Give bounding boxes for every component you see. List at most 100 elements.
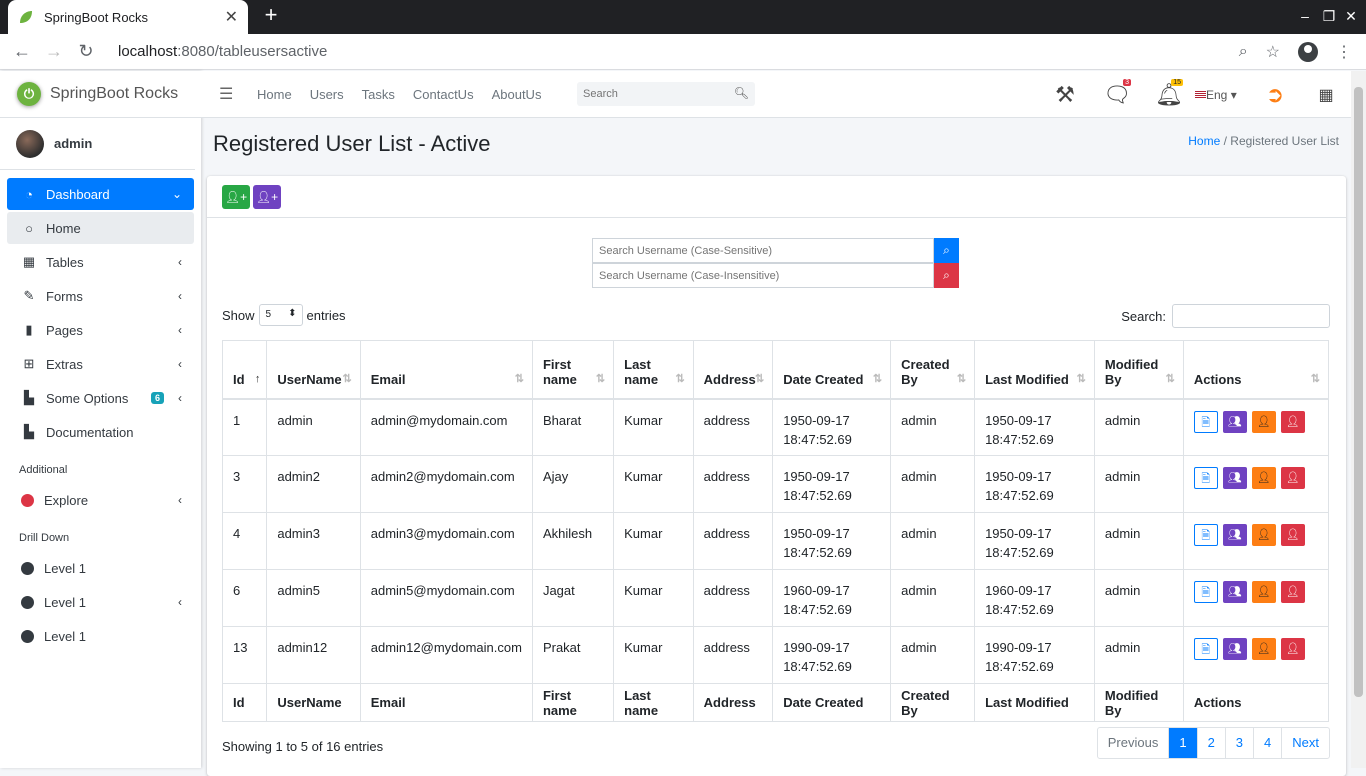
bookmark-star-icon[interactable]: ☆ bbox=[1266, 42, 1280, 62]
scrollbar-thumb[interactable] bbox=[1354, 87, 1363, 697]
sidebar-item-label: Level 1 bbox=[44, 560, 86, 576]
sidebar-item-some-options[interactable]: ▙ Some Options 6 ‹ bbox=[7, 382, 194, 414]
search-case-insensitive-input[interactable] bbox=[592, 263, 934, 288]
sidebar-item-pages[interactable]: ▮ Pages ‹ bbox=[7, 314, 194, 346]
delete-user-button[interactable]: 👤︎ bbox=[1280, 410, 1305, 433]
sidebar-item-level[interactable]: Level 1 ‹ bbox=[7, 586, 194, 618]
browser-tab[interactable]: SpringBoot Rocks ✕ bbox=[8, 0, 248, 34]
edit-user-button[interactable]: 👥︎ bbox=[1222, 524, 1247, 546]
edit-user-button[interactable]: 👥︎ bbox=[1222, 467, 1247, 489]
column-header-created-by[interactable]: Created By ⇅ bbox=[890, 340, 976, 400]
add-user-alt-button[interactable]: 👤︎+ bbox=[253, 185, 281, 209]
view-record-button[interactable]: 🗎︎ bbox=[1193, 467, 1218, 489]
pagination-2[interactable]: 2 bbox=[1196, 728, 1225, 758]
file-icon: ▙ bbox=[24, 390, 34, 405]
pagination-1[interactable]: 1 bbox=[1168, 728, 1197, 758]
table-cell: Akhilesh bbox=[531, 512, 615, 570]
column-header-modified-by[interactable]: Modified By ⇅ bbox=[1093, 340, 1184, 400]
edit-permissions-button[interactable]: 👤︎ bbox=[1251, 581, 1276, 603]
search-case-sensitive-input[interactable] bbox=[592, 238, 934, 263]
brand-link[interactable]: ⏻ SpringBoot Rocks bbox=[0, 71, 201, 118]
sidebar-item-extras[interactable]: ⊞ Extras ‹ bbox=[7, 348, 194, 380]
column-header-address[interactable]: Address ⇅ bbox=[692, 340, 774, 400]
bell-icon[interactable]: 🔔︎ 15 bbox=[1143, 78, 1195, 108]
delete-user-button[interactable]: 👤︎ bbox=[1280, 638, 1305, 660]
sort-icon: ⇅ bbox=[1310, 372, 1320, 385]
pagination-4[interactable]: 4 bbox=[1253, 728, 1281, 758]
edit-permissions-button[interactable]: 👤︎ bbox=[1251, 410, 1276, 433]
sidebar-item-explore[interactable]: Explore ‹ bbox=[7, 484, 194, 516]
column-footer-id: Id bbox=[221, 683, 268, 722]
column-header-last-name[interactable]: Last name ⇅ bbox=[613, 340, 694, 400]
view-record-button[interactable]: 🗎︎ bbox=[1193, 638, 1218, 660]
back-icon[interactable]: ← bbox=[6, 41, 38, 62]
user-panel[interactable]: admin bbox=[0, 118, 195, 170]
red-circle-icon bbox=[21, 493, 34, 507]
column-header-actions[interactable]: Actions ⇅ bbox=[1182, 340, 1330, 400]
table-info: Showing 1 to 5 of 16 entries bbox=[222, 739, 384, 754]
table-search-input[interactable] bbox=[1172, 304, 1330, 328]
column-header-email[interactable]: Email ⇅ bbox=[359, 340, 533, 400]
pagination-3[interactable]: 3 bbox=[1224, 728, 1253, 758]
delete-user-button[interactable]: 👤︎ bbox=[1280, 524, 1305, 546]
forward-icon[interactable]: → bbox=[38, 41, 70, 62]
url-field[interactable]: i localhost:8080/tableusersactive bbox=[15, 43, 327, 611]
browser-menu-icon[interactable]: ⋮ bbox=[1336, 42, 1352, 62]
edit-permissions-button[interactable]: 👤︎ bbox=[1251, 524, 1276, 546]
page-scrollbar[interactable] bbox=[1351, 71, 1366, 768]
sidebar-item-level[interactable]: Level 1 bbox=[7, 620, 194, 652]
page-length-select[interactable]: 5 bbox=[258, 304, 303, 326]
search-icon[interactable]: ⌕ bbox=[934, 238, 959, 263]
close-tab-icon[interactable]: ✕ bbox=[225, 7, 238, 27]
nav-link-contactus[interactable]: ContactUs bbox=[413, 87, 474, 102]
tools-icon[interactable]: ⚒ bbox=[1039, 82, 1091, 108]
hamburger-menu-icon[interactable]: ☰ bbox=[219, 84, 239, 104]
add-user-button[interactable]: 👤︎+ bbox=[222, 185, 250, 209]
sidebar-item-dashboard[interactable]: ◔ Dashboard ⌄ bbox=[7, 178, 194, 210]
delete-user-button[interactable]: 👤︎ bbox=[1280, 581, 1305, 603]
nav-link-users[interactable]: Users bbox=[310, 87, 344, 102]
chevron-left-icon: ‹ bbox=[178, 255, 182, 269]
navbar-search-input[interactable] bbox=[577, 88, 727, 100]
view-record-button[interactable]: 🗎︎ bbox=[1193, 410, 1218, 433]
logout-icon[interactable]: ➲ bbox=[1249, 82, 1301, 108]
nav-link-tasks[interactable]: Tasks bbox=[362, 87, 395, 102]
table-cell: Kumar bbox=[613, 626, 694, 684]
comments-icon[interactable]: 🗨︎ 3 bbox=[1091, 78, 1143, 108]
view-record-button[interactable]: 🗎︎ bbox=[1193, 581, 1218, 603]
sidebar-item-tables[interactable]: ▦ Tables ‹ bbox=[7, 246, 194, 278]
grid-apps-icon[interactable]: ▦ bbox=[1301, 85, 1351, 105]
search-icon[interactable]: 🔍︎ bbox=[734, 86, 749, 100]
view-record-button[interactable]: 🗎︎ bbox=[1193, 524, 1218, 546]
edit-user-button[interactable]: 👥︎ bbox=[1222, 638, 1247, 660]
sidebar-item-level[interactable]: Level 1 bbox=[7, 552, 194, 584]
pagination-previous[interactable]: Previous bbox=[1098, 728, 1169, 758]
zoom-icon[interactable]: ⌕ bbox=[1239, 43, 1248, 61]
language-dropdown[interactable]: Eng ▾ bbox=[1195, 88, 1249, 102]
sidebar-item-documentation[interactable]: ▙ Documentation bbox=[7, 416, 194, 448]
column-header-last-modified[interactable]: Last Modified ⇅ bbox=[974, 340, 1095, 400]
close-window-icon[interactable]: ✕ bbox=[1342, 8, 1360, 25]
column-header-username[interactable]: UserName ⇅ bbox=[266, 340, 361, 400]
column-header-date-created[interactable]: Date Created ⇅ bbox=[772, 340, 892, 400]
delete-user-button[interactable]: 👤︎ bbox=[1280, 467, 1305, 489]
edit-user-button[interactable]: 👥︎ bbox=[1222, 581, 1247, 603]
column-header-id[interactable]: Id ↑ bbox=[221, 340, 268, 400]
table-cell: admin bbox=[890, 626, 976, 684]
edit-permissions-button[interactable]: 👤︎ bbox=[1251, 467, 1276, 489]
restore-icon[interactable]: ❐ bbox=[1320, 8, 1338, 25]
minimize-icon[interactable]: – bbox=[1296, 8, 1314, 24]
nav-link-home[interactable]: Home bbox=[257, 87, 292, 102]
sidebar-item-forms[interactable]: ✎ Forms ‹ bbox=[7, 280, 194, 312]
search-icon[interactable]: ⌕ bbox=[934, 263, 959, 288]
new-tab-icon[interactable]: + bbox=[260, 4, 282, 28]
reload-icon[interactable]: ↻ bbox=[70, 41, 102, 62]
breadcrumb-home[interactable]: Home bbox=[1188, 134, 1220, 148]
edit-user-button[interactable]: 👥︎ bbox=[1222, 410, 1247, 433]
edit-permissions-button[interactable]: 👤︎ bbox=[1251, 638, 1276, 660]
sidebar-item-home[interactable]: ○ Home bbox=[7, 212, 194, 244]
nav-link-aboutus[interactable]: AboutUs bbox=[492, 87, 542, 102]
column-header-first-name[interactable]: First name ⇅ bbox=[531, 340, 615, 400]
profile-icon[interactable] bbox=[1298, 42, 1318, 62]
pagination-next[interactable]: Next bbox=[1281, 728, 1329, 758]
